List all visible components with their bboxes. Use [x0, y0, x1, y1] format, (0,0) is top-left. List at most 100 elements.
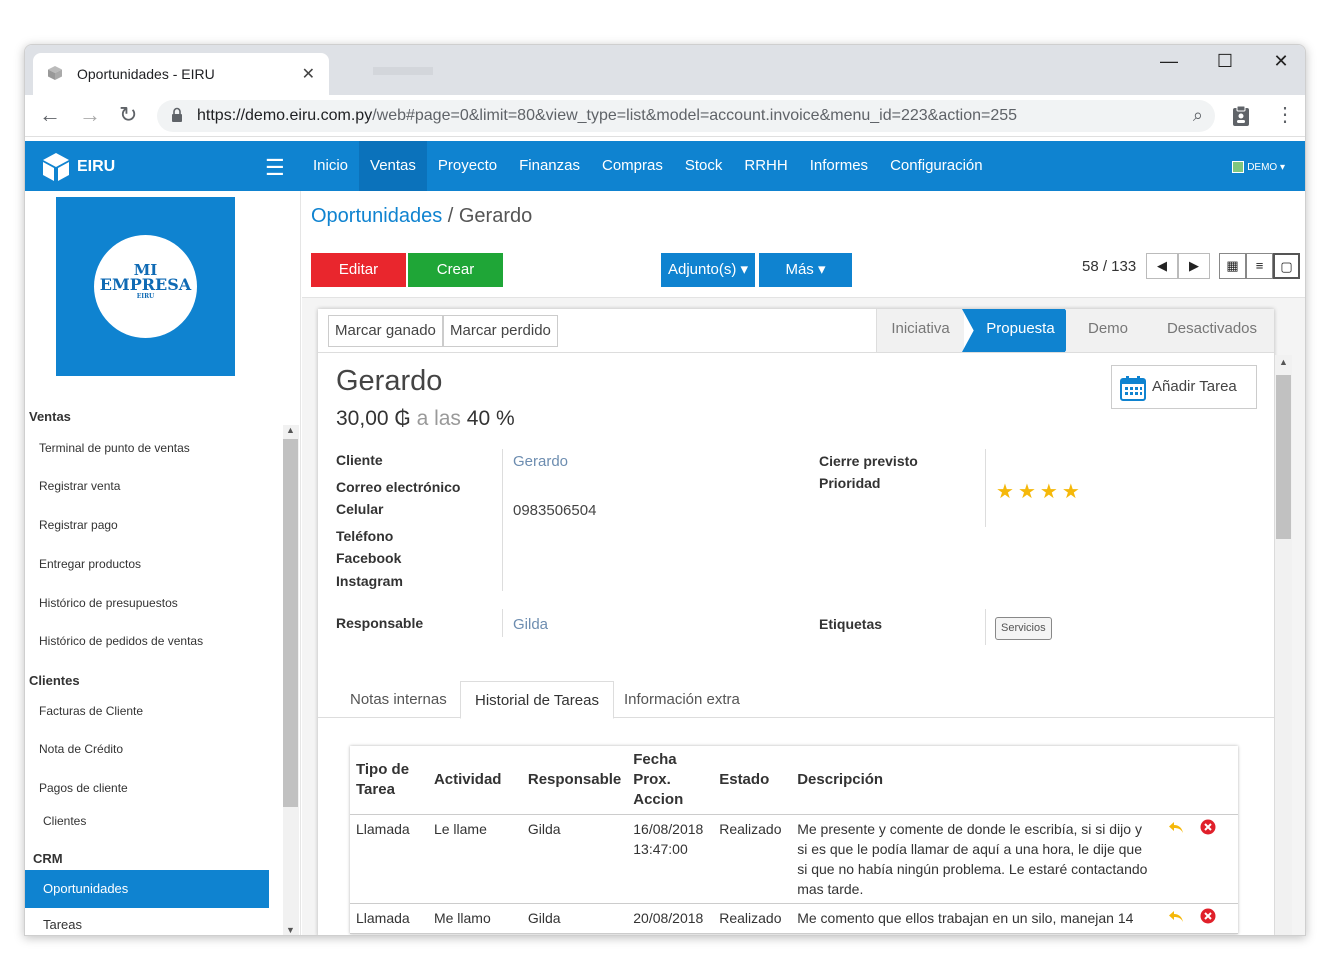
edit-button[interactable]: Editar	[311, 253, 406, 287]
delete-icon[interactable]	[1200, 908, 1216, 924]
col-tipo[interactable]: Tipo de Tarea	[350, 746, 428, 815]
minimize-icon[interactable]: —	[1149, 51, 1189, 72]
sidebar-item-nota-credito[interactable]: Nota de Crédito	[39, 742, 123, 756]
reply-icon[interactable]	[1168, 908, 1184, 924]
prioridad-label: Prioridad	[819, 475, 881, 491]
star-icon[interactable]: ★	[1018, 481, 1040, 503]
priority-stars[interactable]: ★★★★	[996, 479, 1084, 504]
scrollbar-thumb[interactable]	[283, 439, 298, 807]
menu-rrhh[interactable]: RRHH	[733, 141, 798, 191]
zoom-icon[interactable]: ⌕	[1193, 105, 1203, 126]
scroll-up-icon[interactable]: ▲	[286, 425, 295, 435]
brand[interactable]: EIRU	[41, 151, 115, 183]
back-icon[interactable]: ←	[39, 103, 61, 127]
mark-lost-button[interactable]: Marcar perdido	[443, 315, 558, 347]
menu-configuracion[interactable]: Configuración	[879, 141, 994, 191]
sidebar-item-facturas[interactable]: Facturas de Cliente	[39, 704, 143, 718]
sidebar-item-historico-pedidos[interactable]: Histórico de pedidos de ventas	[39, 634, 203, 648]
pager-next-icon[interactable]: ▶	[1178, 253, 1210, 279]
hamburger-icon[interactable]: ☰	[265, 155, 285, 181]
sidebar-section-ventas: Ventas	[29, 409, 71, 424]
stage-iniciativa[interactable]: Iniciativa	[876, 309, 964, 352]
col-actions	[1154, 746, 1238, 815]
col-responsable[interactable]: Responsable	[521, 746, 628, 815]
sidebar-item-oportunidades[interactable]: Oportunidades	[25, 870, 269, 908]
logo-circle: MI EMPRESA EIRU	[94, 235, 197, 338]
menu-compras[interactable]: Compras	[591, 141, 674, 191]
sidebar-item-pagos-cliente[interactable]: Pagos de cliente	[39, 781, 128, 795]
attachments-button[interactable]: Adjunto(s) ▾	[661, 253, 755, 287]
celular-value: 0983506504	[513, 502, 597, 519]
col-descripcion[interactable]: Descripción	[791, 746, 1155, 815]
stage-propuesta[interactable]: Propuesta	[962, 309, 1079, 352]
stage-desactivados[interactable]: Desactivados	[1150, 309, 1274, 352]
tab-informacion-extra[interactable]: Información extra	[610, 681, 754, 718]
sidebar: MI EMPRESA EIRU Ventas Terminal de punto…	[25, 191, 301, 935]
tag-badge: Servicios	[995, 617, 1052, 640]
notebook-tabs: Notas internas Historial de Tareas Infor…	[318, 681, 1274, 719]
list-view-icon[interactable]: ≡	[1246, 253, 1273, 279]
instagram-label: Instagram	[336, 573, 403, 589]
reload-icon[interactable]: ↻	[119, 103, 137, 127]
tab-historial-tareas[interactable]: Historial de Tareas	[460, 681, 614, 719]
sidebar-item-entregar-productos[interactable]: Entregar productos	[39, 557, 141, 571]
responsable-value[interactable]: Gilda	[513, 616, 548, 633]
star-icon[interactable]: ★	[1062, 481, 1084, 503]
form-view-icon[interactable]: ▢	[1273, 253, 1300, 279]
pager-counter: 58 / 133	[1082, 258, 1137, 275]
scroll-down-icon[interactable]: ▼	[286, 925, 295, 935]
kebab-menu-icon[interactable]: ⋮	[1275, 102, 1295, 127]
clipboard-icon[interactable]	[1231, 105, 1251, 127]
forward-icon[interactable]: →	[79, 103, 101, 127]
table-row[interactable]: Llamada Me llamo Gilda 20/08/2018 Realiz…	[350, 903, 1238, 934]
sidebar-item-terminal[interactable]: Terminal de punto de ventas	[39, 441, 190, 455]
menu-informes[interactable]: Informes	[799, 141, 879, 191]
tab-title: Oportunidades - EIRU	[77, 66, 215, 82]
breadcrumb-current: Gerardo	[458, 205, 533, 227]
form-scrollbar[interactable]: ▲ ▼	[1275, 355, 1292, 935]
sidebar-scrollbar[interactable]: ▲ ▼	[283, 425, 299, 935]
user-menu[interactable]: DEMO ▾	[1232, 161, 1285, 173]
cierre-label: Cierre previsto	[819, 453, 918, 469]
create-button[interactable]: Crear	[408, 253, 503, 287]
sidebar-item-registrar-pago[interactable]: Registrar pago	[39, 518, 118, 532]
tab-notas-internas[interactable]: Notas internas	[336, 681, 461, 718]
company-logo: MI EMPRESA EIRU	[56, 197, 235, 376]
table-row[interactable]: Llamada Le llame Gilda 16/08/2018 13:47:…	[350, 814, 1238, 904]
responsable-label: Responsable	[336, 615, 424, 631]
sidebar-item-historico-presupuestos[interactable]: Histórico de presupuestos	[39, 596, 178, 610]
menu-inicio[interactable]: Inicio	[302, 141, 359, 191]
task-history-table: Tipo de Tarea Actividad Responsable Fech…	[350, 746, 1238, 934]
menu-stock[interactable]: Stock	[674, 141, 734, 191]
window-close-icon[interactable]: ✕	[1261, 51, 1301, 72]
delete-icon[interactable]	[1200, 819, 1216, 835]
cliente-value[interactable]: Gerardo	[513, 453, 568, 470]
menu-ventas[interactable]: Ventas	[359, 141, 427, 191]
star-icon[interactable]: ★	[996, 481, 1018, 503]
col-estado[interactable]: Estado	[713, 746, 792, 815]
kanban-view-icon[interactable]: ▦	[1219, 253, 1246, 279]
menu-proyecto[interactable]: Proyecto	[427, 141, 508, 191]
menu-finanzas[interactable]: Finanzas	[508, 141, 591, 191]
star-icon[interactable]: ★	[1040, 481, 1062, 503]
pager-previous-icon[interactable]: ◀	[1146, 253, 1178, 279]
col-fecha[interactable]: Fecha Prox. Accion	[627, 746, 714, 815]
address-bar[interactable]: https://demo.eiru.com.py/web#page=0&limi…	[157, 100, 1215, 132]
more-button[interactable]: Más ▾	[759, 253, 852, 287]
sidebar-item-clientes[interactable]: Clientes	[43, 814, 86, 828]
lock-icon	[172, 107, 182, 122]
col-actividad[interactable]: Actividad	[427, 746, 522, 815]
reply-icon[interactable]	[1168, 819, 1184, 835]
mark-won-button[interactable]: Marcar ganado	[328, 315, 443, 347]
maximize-icon[interactable]: ☐	[1205, 51, 1245, 72]
stage-demo[interactable]: Demo	[1066, 309, 1150, 352]
blurred-tab[interactable]	[373, 67, 433, 75]
tab-close-icon[interactable]: ✕	[302, 64, 315, 84]
sidebar-item-registrar-venta[interactable]: Registrar venta	[39, 479, 120, 493]
scroll-up-icon[interactable]: ▲	[1279, 357, 1288, 367]
breadcrumb-link[interactable]: Oportunidades	[311, 205, 442, 227]
sidebar-item-tareas[interactable]: Tareas	[43, 917, 82, 932]
scrollbar-thumb[interactable]	[1276, 375, 1291, 539]
add-task-button[interactable]: Añadir Tarea	[1111, 365, 1257, 409]
browser-tab[interactable]: Oportunidades - EIRU ✕	[33, 53, 329, 95]
